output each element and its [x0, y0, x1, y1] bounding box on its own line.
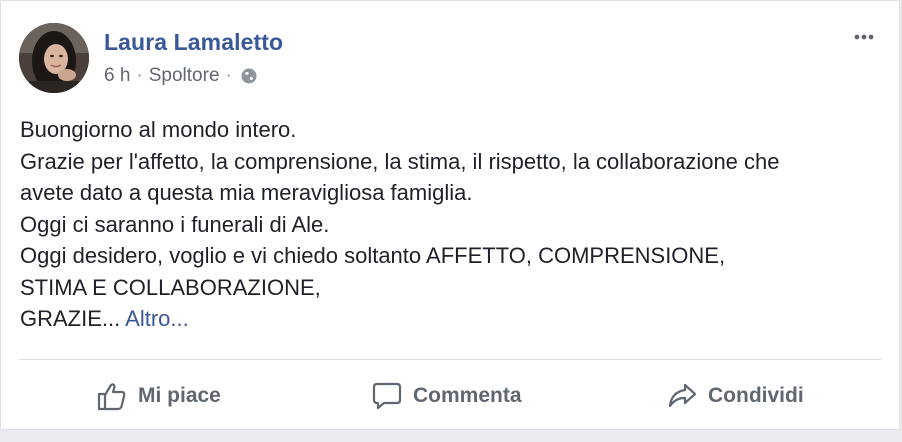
- share-button[interactable]: Condividi: [666, 377, 804, 415]
- share-icon: [666, 380, 698, 412]
- avatar-image: [19, 23, 89, 93]
- avatar[interactable]: [19, 23, 89, 93]
- like-label: Mi piace: [138, 384, 221, 407]
- post-line-last: GRAZIE... Altro...: [20, 303, 880, 335]
- post-line: Buongiorno al mondo intero.: [20, 117, 297, 142]
- post-line-text: GRAZIE...: [20, 306, 121, 331]
- action-bar: Mi piace Commenta Condividi: [1, 363, 901, 429]
- post-location[interactable]: Spoltore: [149, 65, 220, 87]
- thumbs-up-icon: [96, 380, 128, 412]
- post-line: Oggi ci saranno i funerali di Ale.: [20, 211, 330, 237]
- actions-divider: [19, 359, 881, 360]
- post-line: STIMA E COLLABORAZIONE,: [20, 274, 321, 300]
- like-button[interactable]: Mi piace: [96, 377, 221, 415]
- post-header: Laura Lamaletto 6 h · Spoltore ·: [19, 23, 879, 95]
- comment-label: Commenta: [413, 384, 522, 407]
- meta-separator-2: ·: [225, 65, 232, 86]
- see-more-link[interactable]: Altro...: [125, 306, 189, 331]
- post-body: Buongiorno al mondo intero. Grazie per l…: [20, 114, 880, 335]
- post-meta: 6 h · Spoltore ·: [104, 65, 258, 87]
- post-line: Grazie per l'affetto, la comprensione, l…: [20, 148, 780, 174]
- globe-icon[interactable]: [240, 67, 258, 85]
- meta-separator: ·: [136, 65, 143, 86]
- post-line: Oggi desidero, voglio e vi chiedo soltan…: [20, 243, 726, 268]
- comment-icon: [371, 380, 403, 412]
- share-label: Condividi: [708, 384, 804, 407]
- post-time[interactable]: 6 h: [104, 65, 130, 87]
- post-card: Laura Lamaletto 6 h · Spoltore · Buongio…: [0, 0, 900, 430]
- post-line: avete dato a questa mia meravigliosa fam…: [20, 180, 473, 205]
- more-options-icon[interactable]: [849, 27, 879, 47]
- comment-button[interactable]: Commenta: [371, 377, 522, 415]
- author-name[interactable]: Laura Lamaletto: [104, 29, 283, 56]
